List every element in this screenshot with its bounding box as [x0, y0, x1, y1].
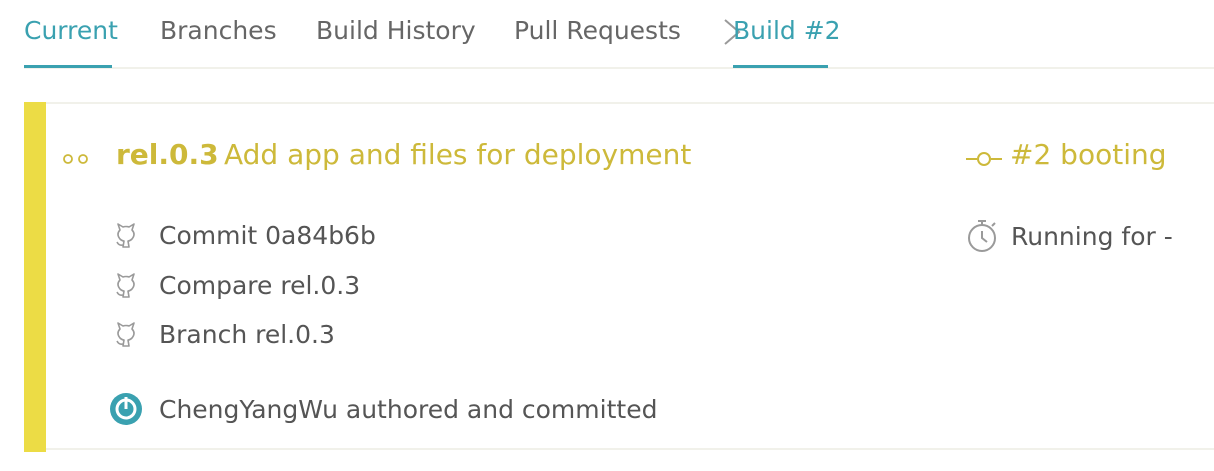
build-state-link[interactable]: #2 booting — [1010, 138, 1167, 171]
stopwatch-icon — [968, 220, 996, 252]
commit-link[interactable]: Commit 0a84b6b — [111, 218, 376, 252]
status-bar — [24, 102, 46, 452]
tab-pull-requests[interactable]: Pull Requests — [514, 14, 681, 48]
commit-message: Add app and files for deployment — [224, 138, 692, 171]
github-icon — [116, 223, 135, 248]
build-duration: Running for - — [965, 218, 1173, 254]
avatar-icon — [110, 393, 142, 425]
build-page: Current Branches Build History Pull Requ… — [0, 0, 1214, 471]
compare-label: Compare rel.0.3 — [159, 270, 361, 300]
branch-link[interactable]: Branch rel.0.3 — [111, 317, 335, 351]
breadcrumb-underline — [733, 65, 828, 68]
duration-label: Running for - — [1011, 221, 1173, 251]
commit-node-icon — [966, 152, 1002, 166]
github-icon — [116, 273, 135, 298]
author-info: ChengYangWu authored and committed — [109, 392, 657, 426]
tab-current[interactable]: Current — [24, 14, 118, 48]
active-tab-underline — [24, 65, 112, 68]
branch-label: Branch rel.0.3 — [159, 319, 335, 349]
dots-icon — [63, 154, 88, 164]
branch-name-link[interactable]: rel.0.3 — [116, 138, 219, 171]
commit-label: Commit 0a84b6b — [159, 220, 376, 250]
tab-build-history[interactable]: Build History — [316, 14, 476, 48]
github-icon — [116, 322, 135, 347]
tab-build-current[interactable]: Build #2 — [733, 14, 841, 48]
tab-branches[interactable]: Branches — [160, 14, 277, 48]
compare-link[interactable]: Compare rel.0.3 — [111, 268, 360, 302]
build-summary-card: rel.0.3 Add app and files for deployment… — [24, 102, 1214, 452]
tab-bar: Current Branches Build History Pull Requ… — [24, 0, 1214, 69]
author-label: ChengYangWu authored and committed — [159, 394, 658, 424]
